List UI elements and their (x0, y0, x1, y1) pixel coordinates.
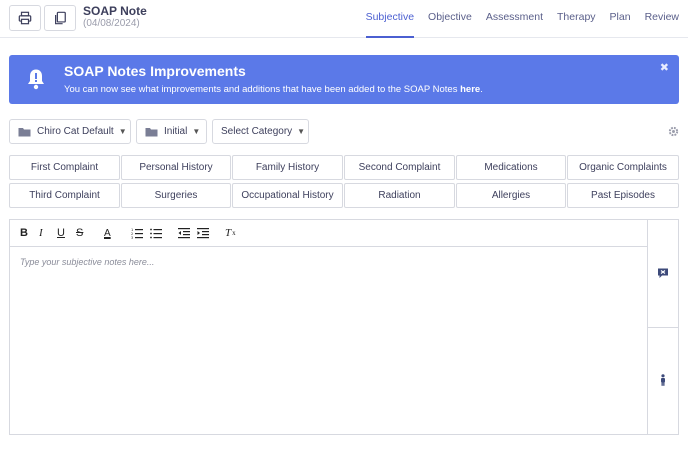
clear-format-icon: T (225, 227, 232, 239)
tab-objective[interactable]: Objective (428, 0, 472, 38)
font-color-button[interactable]: A (104, 226, 111, 240)
category-chip[interactable]: Medications (456, 155, 566, 180)
editor-toolbar: B I U S A 123 Tx (10, 220, 647, 247)
chevron-down-icon: ▼ (297, 127, 306, 136)
category-chip[interactable]: Past Episodes (567, 183, 679, 208)
category-dropdown[interactable]: Select Category ▼ (212, 119, 309, 144)
banner-link[interactable]: here (460, 84, 480, 95)
subjective-notes-textarea[interactable]: Type your subjective notes here... (10, 247, 647, 434)
outdent-button[interactable] (178, 226, 190, 240)
chevron-down-icon: ▼ (192, 127, 201, 136)
bullet-list-icon (150, 228, 162, 239)
category-chip[interactable]: Second Complaint (344, 155, 455, 180)
tab-therapy[interactable]: Therapy (557, 0, 596, 38)
bold-button[interactable]: B (20, 226, 28, 240)
category-chip[interactable]: Radiation (344, 183, 455, 208)
category-chip[interactable]: Personal History (121, 155, 231, 180)
template-dropdown[interactable]: Chiro Cat Default ▼ (9, 119, 131, 144)
gear-icon[interactable] (668, 126, 679, 137)
outdent-icon (178, 228, 190, 239)
bullet-list-button[interactable] (150, 226, 162, 240)
announcement-banner: SOAP Notes Improvements You can now see … (9, 55, 679, 104)
note-date: (04/08/2024) (83, 18, 140, 29)
divider (648, 327, 679, 328)
category-chip[interactable]: First Complaint (9, 155, 120, 180)
italic-button[interactable]: I (39, 226, 43, 240)
note-title-block: SOAP Note (04/08/2024) (83, 5, 147, 30)
strikethrough-button[interactable]: S (76, 226, 83, 240)
folder-icon (145, 127, 158, 136)
printer-icon (18, 11, 32, 25)
chevron-down-icon: ▼ (118, 127, 127, 136)
comment-icon[interactable] (657, 267, 669, 279)
tab-review[interactable]: Review (645, 0, 679, 38)
indent-icon (197, 228, 209, 239)
category-chip[interactable]: Organic Complaints (567, 155, 679, 180)
editor-side-panel (647, 220, 679, 434)
banner-title: SOAP Notes Improvements (64, 63, 246, 79)
close-banner-button[interactable]: ✖ (660, 61, 669, 74)
underline-button[interactable]: U (57, 226, 65, 240)
tab-assessment[interactable]: Assessment (486, 0, 543, 38)
clear-format-button[interactable]: Tx (225, 226, 236, 240)
top-bar: SOAP Note (04/08/2024) Subjective Object… (0, 0, 688, 38)
category-chip[interactable]: Third Complaint (9, 183, 120, 208)
category-chip[interactable]: Occupational History (232, 183, 343, 208)
visit-type-dropdown-label: Initial (164, 126, 188, 137)
indent-button[interactable] (197, 226, 209, 240)
category-chip[interactable]: Surgeries (121, 183, 231, 208)
folder-icon (18, 127, 31, 136)
category-dropdown-label: Select Category (221, 126, 293, 137)
page-title: SOAP Note (83, 4, 147, 18)
ordered-list-button[interactable]: 123 (131, 226, 143, 240)
soap-tabs: Subjective Objective Assessment Therapy … (352, 0, 679, 38)
svg-text:3: 3 (131, 236, 133, 239)
rich-text-editor: B I U S A 123 Tx Type your subjective no… (9, 219, 679, 435)
tab-subjective[interactable]: Subjective (365, 0, 415, 38)
category-chip[interactable]: Allergies (456, 183, 566, 208)
print-button[interactable] (9, 5, 41, 31)
copy-button[interactable] (44, 5, 76, 31)
ordered-list-icon: 123 (131, 228, 143, 239)
banner-message: You can now see what improvements and ad… (64, 84, 483, 95)
person-icon[interactable] (657, 374, 669, 386)
copy-icon (55, 11, 66, 25)
category-chip[interactable]: Family History (232, 155, 343, 180)
visit-type-dropdown[interactable]: Initial ▼ (136, 119, 207, 144)
template-dropdown-label: Chiro Cat Default (37, 126, 114, 137)
tab-plan[interactable]: Plan (610, 0, 631, 38)
bell-alert-icon (28, 69, 44, 90)
